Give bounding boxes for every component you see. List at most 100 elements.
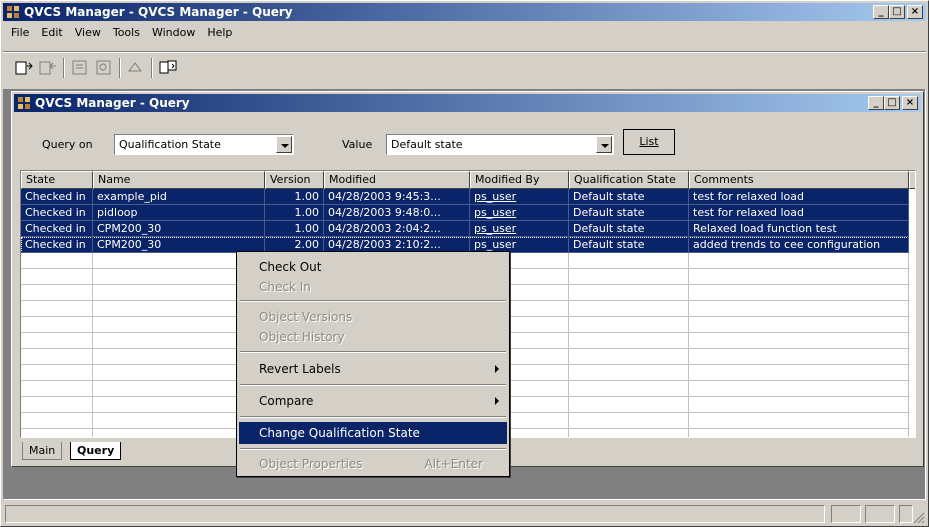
toolbar-divider	[3, 51, 926, 53]
query-on-select[interactable]: Qualification State	[114, 134, 294, 155]
status-pane-1	[831, 505, 861, 523]
cell-qualification-state: Default state	[569, 237, 689, 253]
list-button-label: List	[639, 135, 659, 148]
table-row[interactable]: Checked in example_pid 1.00 04/28/2003 9…	[21, 189, 909, 205]
column-header-comments[interactable]: Comments	[689, 171, 909, 189]
cell-state: Checked in	[21, 237, 93, 253]
menu-item-object-versions: Object Versions	[239, 306, 507, 328]
menu-item-object-history-label: Object History	[259, 330, 345, 344]
menu-tools[interactable]: Tools	[107, 23, 146, 43]
query-on-value: Qualification State	[119, 138, 221, 151]
toolbar-separator	[63, 58, 65, 78]
menu-window[interactable]: Window	[146, 23, 201, 43]
menu-item-compare-label: Compare	[259, 394, 314, 408]
status-bar	[3, 502, 926, 526]
child-close-button[interactable]: ×	[902, 96, 918, 110]
tab-main[interactable]: Main	[22, 442, 63, 460]
resize-grip-icon[interactable]	[913, 510, 925, 524]
column-header-qualification-state[interactable]: Qualification State	[569, 171, 689, 189]
chevron-down-icon[interactable]	[276, 136, 292, 153]
cell-version: 1.00	[265, 205, 324, 221]
column-header-filler	[909, 171, 915, 189]
check-in-icon[interactable]	[37, 57, 59, 79]
cell-state: Checked in	[21, 189, 93, 205]
column-header-modified[interactable]: Modified	[324, 171, 470, 189]
status-pane-2	[865, 505, 895, 523]
menu-item-object-history: Object History	[239, 326, 507, 348]
menu-file[interactable]: File	[5, 23, 35, 43]
column-header-modified-by[interactable]: Modified By	[470, 171, 569, 189]
compare-icon[interactable]	[157, 57, 179, 79]
list-button[interactable]: List	[623, 129, 675, 155]
tab-query-label: Query	[77, 444, 115, 457]
menu-item-revert-labels-label: Revert Labels	[259, 362, 341, 376]
minimize-button[interactable]: _	[873, 5, 889, 19]
menu-edit[interactable]: Edit	[35, 23, 68, 43]
column-header-version[interactable]: Version	[265, 171, 324, 189]
menu-item-object-properties-shortcut: Alt+Enter	[424, 457, 483, 471]
menu-separator	[240, 416, 506, 418]
cell-modified: 04/28/2003 2:04:2...	[324, 221, 470, 237]
menu-item-object-properties: Object Properties Alt+Enter	[239, 453, 507, 475]
menu-separator	[240, 351, 506, 353]
history-icon[interactable]	[93, 57, 115, 79]
cell-version: 1.00	[265, 221, 324, 237]
child-maximize-button[interactable]: □	[884, 96, 900, 110]
toolbar-separator	[119, 58, 121, 78]
cell-modified: 04/28/2003 9:45:3...	[324, 189, 470, 205]
menu-item-revert-labels[interactable]: Revert Labels	[239, 358, 507, 380]
menu-item-object-properties-label: Object Properties	[259, 457, 363, 471]
cell-qualification-state: Default state	[569, 221, 689, 237]
cell-comments: added trends to cee configuration	[689, 237, 909, 253]
tab-main-label: Main	[29, 444, 56, 457]
value-select[interactable]: Default state	[386, 134, 614, 155]
app-title-bar[interactable]: QVCS Manager - QVCS Manager - Query _ □ …	[3, 3, 926, 21]
labels-icon[interactable]	[125, 57, 147, 79]
value-value: Default state	[391, 138, 463, 151]
menu-item-change-qualification-state-label: Change Qualification State	[259, 426, 420, 440]
menu-help[interactable]: Help	[201, 23, 238, 43]
menu-item-check-out[interactable]: Check Out	[239, 256, 507, 278]
close-button[interactable]: ×	[907, 5, 923, 19]
cell-name: example_pid	[93, 189, 265, 205]
cell-modified-by: ps_user	[470, 221, 569, 237]
cell-modified: 04/28/2003 9:48:0...	[324, 205, 470, 221]
menu-item-compare[interactable]: Compare	[239, 390, 507, 412]
status-pane-3	[899, 505, 913, 523]
chevron-down-icon[interactable]	[596, 136, 612, 153]
cell-comments: test for relaxed load	[689, 189, 909, 205]
tab-query[interactable]: Query	[70, 442, 122, 460]
cell-comments: Relaxed load function test	[689, 221, 909, 237]
properties-icon[interactable]	[69, 57, 91, 79]
child-minimize-button[interactable]: _	[868, 96, 884, 110]
app-title: QVCS Manager - QVCS Manager - Query	[24, 5, 293, 19]
table-row[interactable]: Checked in CPM200_30 1.00 04/28/2003 2:0…	[21, 221, 909, 237]
cell-name: CPM200_30	[93, 221, 265, 237]
status-pane-main	[5, 505, 825, 523]
context-menu: Check Out Check In Object Versions Objec…	[236, 251, 510, 477]
table-row[interactable]: Checked in pidloop 1.00 04/28/2003 9:48:…	[21, 205, 909, 221]
menu-separator	[240, 300, 506, 302]
child-title: QVCS Manager - Query	[35, 96, 190, 110]
menu-item-change-qualification-state[interactable]: Change Qualification State	[239, 422, 507, 444]
toolbar-separator	[151, 58, 153, 78]
column-header-name[interactable]: Name	[93, 171, 265, 189]
cell-modified-by: ps_user	[470, 189, 569, 205]
child-title-bar[interactable]: QVCS Manager - Query _ □ ×	[14, 94, 921, 112]
cell-modified-by: ps_user	[470, 205, 569, 221]
menu-separator	[240, 448, 506, 450]
check-out-icon[interactable]	[13, 57, 35, 79]
menu-item-object-versions-label: Object Versions	[259, 310, 353, 324]
qvcs-app-icon	[7, 6, 19, 18]
menu-item-check-in-label: Check In	[259, 280, 311, 294]
menu-item-check-in: Check In	[239, 276, 507, 298]
submenu-arrow-icon	[495, 397, 499, 405]
column-header-state[interactable]: State	[21, 171, 93, 189]
menu-view[interactable]: View	[69, 23, 107, 43]
menu-separator	[240, 384, 506, 386]
list-header: State Name Version Modified Modified By …	[21, 171, 915, 189]
toolbar	[11, 55, 221, 83]
maximize-button[interactable]: □	[889, 5, 905, 19]
value-label: Value	[342, 138, 373, 151]
cell-comments: test for relaxed load	[689, 205, 909, 221]
